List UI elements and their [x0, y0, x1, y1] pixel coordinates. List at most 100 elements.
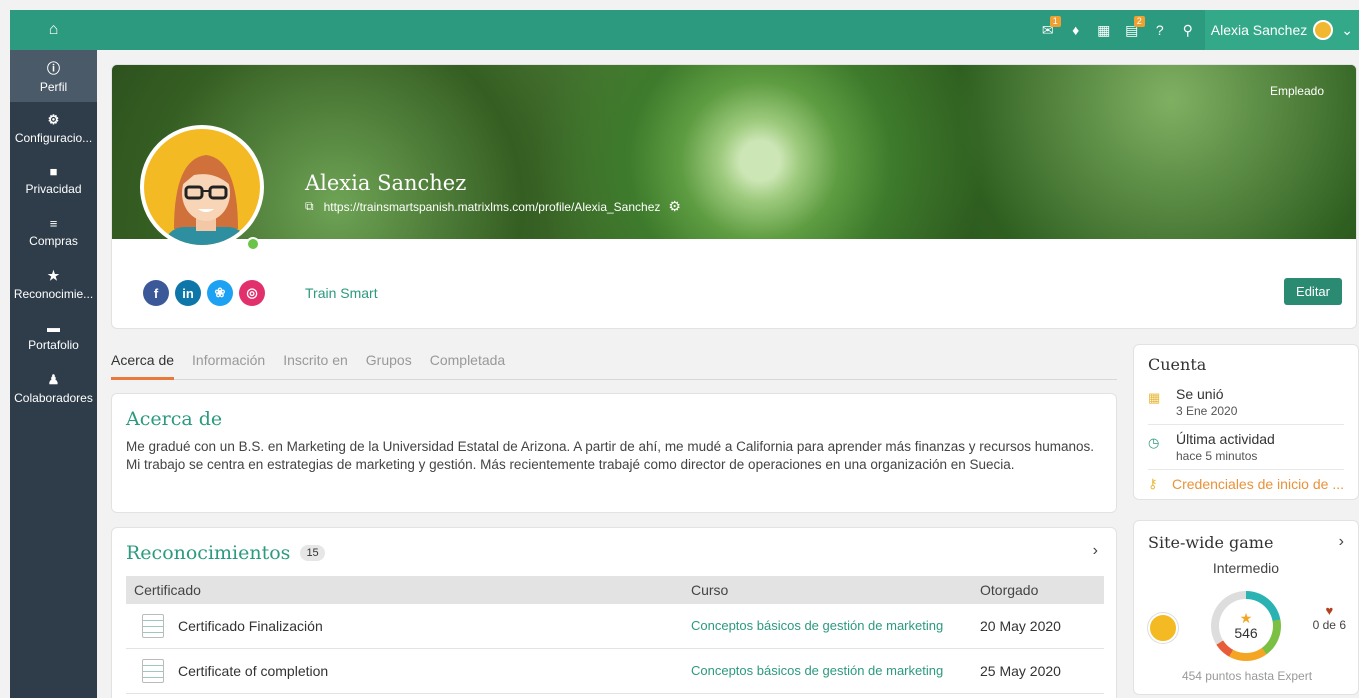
game-card: Site-wide game › Intermedio ★ 546 ♥ 0 de… — [1133, 520, 1359, 695]
credentials-link[interactable]: ⚷ Credenciales de inicio de ... — [1148, 470, 1344, 492]
certificate-cell: Certificate of completion — [126, 659, 691, 683]
points-to-next-level: 454 puntos hasta Expert — [1181, 669, 1313, 683]
user-menu[interactable]: Alexia Sanchez ⌄ — [1204, 10, 1359, 50]
gear-icon: ⚙ — [47, 111, 60, 127]
lock-icon: ■ — [49, 164, 58, 179]
avatar — [1148, 613, 1178, 643]
points-value: 546 — [1234, 625, 1258, 641]
column-header: Otorgado — [980, 582, 1039, 598]
certificate-name[interactable]: Certificate of completion — [178, 663, 328, 679]
points-ring-inner: ★ 546 — [1219, 599, 1273, 653]
online-status-dot — [246, 237, 260, 251]
table-row: Certificate of completion Conceptos bási… — [126, 649, 1104, 694]
search-icon[interactable]: ⚲ — [1177, 10, 1199, 50]
certificate-cell: Certificado Finalización — [126, 614, 691, 638]
sidebar-item-perfil[interactable]: ⓘ Perfil — [10, 50, 97, 102]
calendar-icon[interactable]: ▦ — [1093, 10, 1115, 50]
profile-url[interactable]: https://trainsmartspanish.matrixlms.com/… — [324, 200, 661, 214]
game-level: Intermedio — [1212, 560, 1280, 576]
users-icon: ♟ — [47, 371, 60, 387]
info-icon: ⓘ — [46, 61, 60, 76]
inbox-badge: 1 — [1049, 16, 1061, 27]
about-text: Me gradué con un B.S. en Marketing de la… — [126, 439, 1095, 472]
gear-icon[interactable]: ⚙ — [668, 198, 681, 215]
badges-value: 0 de 6 — [1312, 618, 1346, 632]
tab-completada[interactable]: Completada — [430, 346, 506, 380]
sidebar-item-label: Compras — [29, 234, 78, 248]
main-content: Empleado Alexia Sanchez ⧉ https://trains… — [97, 50, 1359, 698]
recognitions-header: Reconocimientos 15 — [126, 542, 1102, 564]
awarded-date: 25 May 2020 — [980, 663, 1061, 679]
tab-inscrito-en[interactable]: Inscrito en — [283, 346, 348, 380]
instagram-icon[interactable]: ◎ — [239, 280, 265, 306]
cart-badge: 2 — [1133, 16, 1145, 27]
badges-counter: ♥ 0 de 6 — [1313, 603, 1346, 632]
star-icon: ★ — [47, 267, 60, 283]
user-name: Alexia Sanchez — [1210, 22, 1308, 38]
profile-card: Empleado Alexia Sanchez ⧉ https://trains… — [111, 64, 1357, 329]
top-bar: ⌂ ✉ 1 ♦ ▦ ▤ 2 ? ⚲ Alexia Sanchez ⌄ — [10, 10, 1359, 50]
credentials-link-label: Credenciales de inicio de ... — [1172, 476, 1344, 492]
sidebar-item-label: Colaboradores — [14, 390, 93, 405]
certificate-name[interactable]: Certificado Finalización — [178, 618, 323, 634]
sidebar-item-reconocimientos[interactable]: ★ Reconocimie... — [10, 258, 97, 310]
edit-button[interactable]: Editar — [1284, 278, 1342, 305]
table-row: Certificado Finalización Conceptos básic… — [126, 604, 1104, 649]
column-header: Curso — [691, 582, 729, 598]
cart-icon[interactable]: ▤ 2 — [1121, 10, 1145, 50]
activity-row: ◷ Última actividad hace 5 minutos — [1148, 425, 1344, 470]
chevron-right-icon[interactable]: › — [1339, 533, 1344, 551]
tab-grupos[interactable]: Grupos — [366, 346, 412, 380]
help-icon[interactable]: ? — [1149, 10, 1171, 50]
sidebar-item-portafolio[interactable]: ▬ Portafolio — [10, 310, 97, 362]
certificate-icon — [142, 614, 164, 638]
receipt-icon: ≡ — [49, 216, 58, 231]
key-icon: ⚷ — [1148, 476, 1158, 491]
twitter-icon[interactable]: ❀ — [207, 280, 233, 306]
star-icon: ★ — [1239, 610, 1253, 626]
shield-icon: ♥ — [1325, 603, 1334, 618]
chevron-right-icon[interactable]: › — [1093, 542, 1098, 560]
activity-label: Última actividad — [1176, 431, 1275, 447]
sidebar-item-compras[interactable]: ≡ Compras — [10, 206, 97, 258]
tab-informacion[interactable]: Información — [192, 346, 265, 380]
avatar — [1313, 20, 1334, 40]
about-card: Acerca de Me gradué con un B.S. en Marke… — [111, 393, 1117, 513]
inbox-icon[interactable]: ✉ 1 — [1037, 10, 1061, 50]
account-card: Cuenta ▦ Se unió 3 Ene 2020 ◷ Última acti… — [1133, 344, 1359, 500]
joined-value: 3 Ene 2020 — [1176, 404, 1238, 418]
sidebar-item-privacidad[interactable]: ■ Privacidad — [10, 154, 97, 206]
column-header: Certificado — [134, 582, 201, 598]
sidebar-item-colaboradores[interactable]: ♟ Colaboradores — [10, 362, 97, 414]
about-title: Acerca de — [126, 408, 223, 430]
sidebar-item-label: Perfil — [39, 80, 68, 94]
sidebar-item-label: Reconocimie... — [13, 286, 94, 301]
organization-link[interactable]: Train Smart — [305, 285, 378, 301]
sidebar-item-label: Configuracio... — [14, 130, 93, 145]
folder-icon: ▬ — [47, 320, 60, 335]
course-link[interactable]: Conceptos básicos de gestión de marketin… — [691, 664, 980, 678]
course-link[interactable]: Conceptos básicos de gestión de marketin… — [691, 619, 980, 633]
bell-icon[interactable]: ♦ — [1065, 10, 1087, 50]
game-title[interactable]: Site-wide game — [1148, 533, 1344, 552]
calendar-icon: ▦ — [1148, 390, 1161, 405]
profile-url-row: ⧉ https://trainsmartspanish.matrixlms.co… — [305, 198, 681, 215]
avatar — [140, 125, 264, 249]
facebook-icon[interactable]: f — [143, 280, 169, 306]
cover-image — [112, 65, 1356, 239]
linkedin-icon[interactable]: in — [175, 280, 201, 306]
chevron-down-icon: ⌄ — [1341, 21, 1353, 38]
joined-row: ▦ Se unió 3 Ene 2020 — [1148, 380, 1344, 425]
sidebar-item-label: Portafolio — [28, 338, 79, 352]
account-title: Cuenta — [1148, 355, 1207, 374]
profile-name: Alexia Sanchez — [305, 171, 467, 195]
home-icon[interactable]: ⌂ — [10, 10, 97, 50]
certificate-icon — [142, 659, 164, 683]
tab-acerca-de[interactable]: Acerca de — [111, 346, 175, 380]
sidebar: ⓘ Perfil ⚙ Configuracio... ■ Privacidad ≡ Co… — [10, 50, 97, 698]
recognitions-title[interactable]: Reconocimientos — [126, 542, 290, 564]
recognitions-count: 15 — [300, 545, 325, 561]
external-link-icon[interactable]: ⧉ — [305, 199, 314, 214]
sidebar-item-configuracion[interactable]: ⚙ Configuracio... — [10, 102, 97, 154]
top-tools: ✉ 1 ♦ ▦ ▤ 2 ? ⚲ Alexia Sanchez ⌄ — [1037, 10, 1359, 50]
